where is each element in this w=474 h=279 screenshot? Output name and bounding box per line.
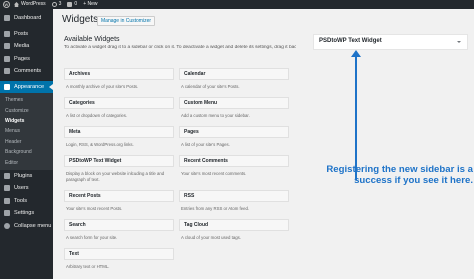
updates-link[interactable]: 3 [51, 0, 62, 9]
sidebar-item-appearance[interactable]: Appearance [0, 80, 53, 93]
annotation-arrow-line [355, 53, 357, 180]
widgets-instructions: To activate a widget drag it to a sideba… [64, 45, 296, 50]
widget-text[interactable]: Text [64, 248, 174, 260]
widget-calendar[interactable]: Calendar [179, 68, 289, 80]
sidebar-item-comments[interactable]: Comments [0, 65, 53, 78]
sidebar-item-label: Appearance [14, 83, 45, 90]
sidebar-item-label: Media [14, 43, 30, 50]
widget-description: Login, RSS, & WordPress.org links. [66, 142, 134, 147]
sidebar-item-label: Posts [14, 30, 28, 37]
sidebar-item-label: Users [14, 185, 29, 192]
chevron-down-icon[interactable] [457, 41, 461, 43]
sidebar-item-label: Tools [14, 197, 28, 204]
comment-icon [4, 68, 10, 75]
widget-description: A list or dropdown of categories. [66, 113, 128, 118]
collapse-menu-label: Collapse menu [14, 222, 52, 229]
sidebar-item-label: Settings [14, 210, 35, 217]
collapse-arrow-icon [4, 222, 10, 229]
users-icon [4, 185, 10, 192]
sidebar-item-label: Comments [14, 68, 42, 75]
sidebar-item-settings[interactable]: Settings [0, 207, 53, 220]
submenu-item-themes[interactable]: Themes [0, 95, 53, 105]
comment-bubble-icon [67, 2, 73, 7]
widget-description: Entries from any RSS or Atom feed. [181, 206, 250, 211]
sidebar-item-label: Plugins [14, 172, 33, 179]
paintbrush-icon [4, 83, 10, 90]
admin-bar: WordPress 3 0 + New [0, 0, 474, 9]
widget-description: A search form for your site. [66, 235, 118, 240]
sidebar-item-pages[interactable]: Pages [0, 53, 53, 66]
widget-rss[interactable]: RSS [179, 190, 289, 202]
sidebar-panel-title: PSDtoWP Text Widget [319, 38, 382, 44]
submenu-item-widgets[interactable]: Widgets [0, 116, 53, 126]
widget-description: Arbitrary text or HTML. [66, 264, 110, 269]
site-name-label: WordPress [21, 1, 46, 7]
widget-psdtowp-text[interactable]: PSDtoWP Text Widget [64, 155, 174, 167]
widget-description: A cloud of your most used tags. [181, 235, 241, 240]
registered-sidebar-panel[interactable]: PSDtoWP Text Widget [313, 34, 468, 50]
site-name-link[interactable]: WordPress [14, 0, 46, 9]
tools-icon [4, 197, 10, 204]
submenu-item-editor[interactable]: Editor [0, 157, 53, 167]
submenu-item-background[interactable]: Background [0, 147, 53, 157]
widget-tag-cloud[interactable]: Tag Cloud [179, 219, 289, 231]
new-content-link[interactable]: + New [83, 0, 97, 9]
widget-description: A list of your site's Pages. [181, 142, 230, 147]
sidebar-item-media[interactable]: Media [0, 40, 53, 53]
widget-pages[interactable]: Pages [179, 126, 289, 138]
dashboard-icon [4, 15, 10, 22]
page-icon [4, 55, 10, 62]
comments-link[interactable]: 0 [67, 0, 77, 9]
appearance-submenu: Themes Customize Widgets Menus Header Ba… [0, 93, 53, 170]
page-title: Widgets [62, 14, 99, 25]
sidebar-item-posts[interactable]: Posts [0, 28, 53, 41]
sidebar-item-tools[interactable]: Tools [0, 195, 53, 208]
collapse-menu-button[interactable]: Collapse menu [0, 220, 53, 233]
sidebar-item-label: Pages [14, 55, 30, 62]
comments-count: 0 [74, 1, 78, 7]
widget-description: Add a custom menu to your sidebar. [181, 113, 250, 118]
manage-in-customizer-button[interactable]: Manage in Customizer [97, 16, 156, 26]
widget-categories[interactable]: Categories [64, 97, 174, 109]
widget-custom-menu[interactable]: Custom Menu [179, 97, 289, 109]
annotation-text: Registering the new sidebar is a success… [326, 164, 473, 186]
widget-archives[interactable]: Archives [64, 68, 174, 80]
sidebar-item-users[interactable]: Users [0, 182, 53, 195]
submenu-item-menus[interactable]: Menus [0, 126, 53, 136]
widget-recent-posts[interactable]: Recent Posts [64, 190, 174, 202]
submenu-item-header[interactable]: Header [0, 137, 53, 147]
widget-description: Display a block on your website inlcudin… [66, 171, 165, 182]
widget-description: Your site's most recent Posts. [66, 206, 123, 211]
widget-description: Your site's most recent comments. [181, 171, 247, 176]
pin-icon [4, 30, 10, 37]
sidebar-item-plugins[interactable]: Plugins [0, 170, 53, 183]
widget-search[interactable]: Search [64, 219, 174, 231]
settings-icon [4, 210, 10, 217]
widget-description: A calendar of your site's Posts. [181, 84, 240, 89]
widget-recent-comments[interactable]: Recent Comments [179, 155, 289, 167]
media-icon [4, 43, 10, 50]
sidebar-item-dashboard[interactable]: Dashboard [0, 12, 53, 25]
updates-count: 3 [58, 1, 62, 7]
widget-meta[interactable]: Meta [64, 126, 174, 138]
available-widgets-heading: Available Widgets [64, 36, 120, 43]
wordpress-logo-icon[interactable] [3, 1, 10, 8]
admin-sidebar: Dashboard Posts Media Pages Comments App… [0, 9, 53, 279]
home-icon [14, 2, 19, 7]
submenu-item-customize[interactable]: Customize [0, 105, 53, 115]
sidebar-item-label: Dashboard [14, 15, 42, 22]
widget-description: A monthly archive of your site's Posts. [66, 84, 139, 89]
plugin-icon [4, 172, 10, 179]
updates-icon [51, 2, 57, 7]
